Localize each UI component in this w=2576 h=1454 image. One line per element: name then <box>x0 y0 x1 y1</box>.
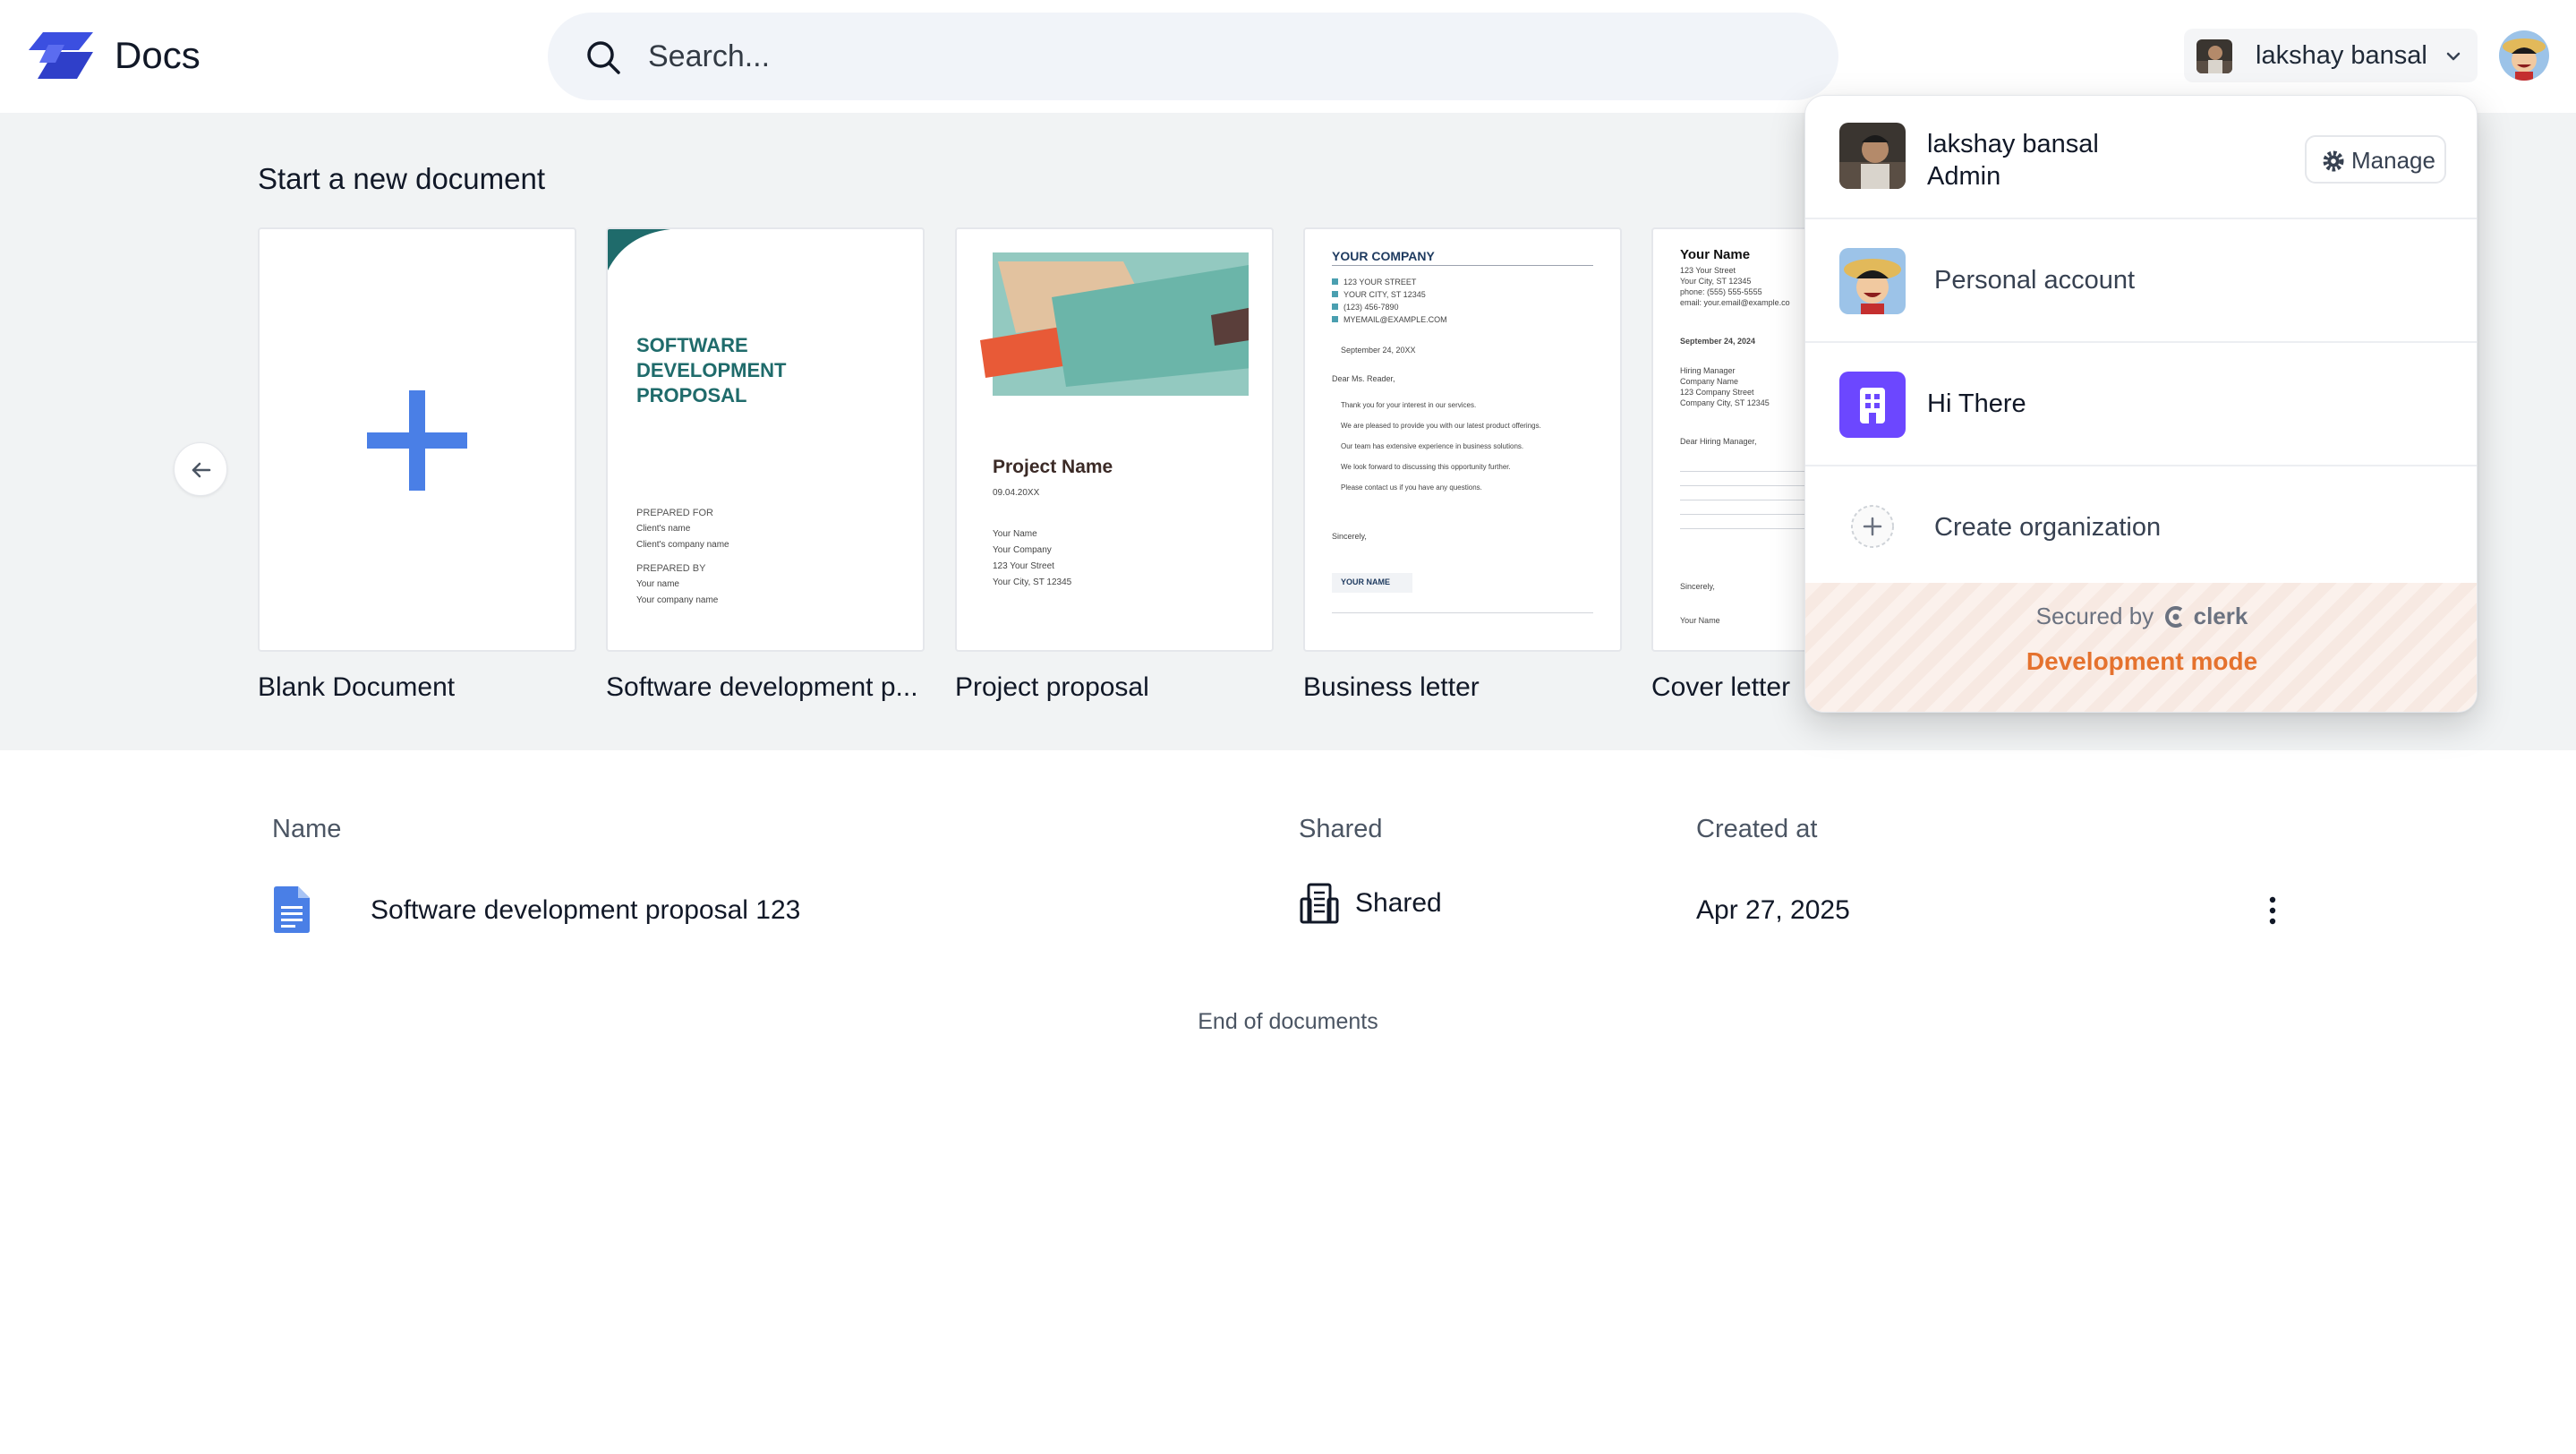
docs-logo-icon[interactable] <box>29 32 93 79</box>
template-label-cover-letter: Cover letter <box>1651 672 1791 702</box>
end-of-documents: End of documents <box>1198 1009 1378 1034</box>
letter-body-line: Thank you for your interest in our servi… <box>1341 401 1477 409</box>
clerk-brand[interactable]: clerk <box>2194 603 2248 629</box>
project-line: Your Company <box>993 545 1052 555</box>
cover-greeting: Dear Hiring Manager, <box>1680 437 1757 446</box>
letter-body-line: Our team has extensive experience in bus… <box>1341 442 1524 450</box>
organization-row[interactable]: Hi There <box>1805 343 2477 466</box>
organization-avatar <box>1839 372 1906 438</box>
title-line: DEVELOPMENT <box>636 359 787 381</box>
app-title[interactable]: Docs <box>115 32 200 79</box>
template-label-software-proposal: Software development p... <box>606 672 918 702</box>
document-name[interactable]: Software development proposal 123 <box>371 894 800 928</box>
project-line: 123 Your Street <box>993 561 1054 571</box>
cover-recipient: Hiring Manager Company Name 123 Company … <box>1680 366 1770 407</box>
active-account-name: lakshay bansal <box>1927 130 2099 158</box>
building-icon <box>1300 883 1339 924</box>
letter-company: YOUR COMPANY <box>1332 249 1435 263</box>
letter-date: September 24, 20XX <box>1341 346 1416 355</box>
template-card-blank[interactable] <box>258 227 576 652</box>
cover-closing: Sincerely, <box>1680 582 1715 591</box>
popover-footer: Secured by clerk Development mode <box>1805 583 2477 712</box>
user-avatar[interactable] <box>2499 30 2549 81</box>
create-organization-label: Create organization <box>1934 513 2162 542</box>
search-input[interactable] <box>648 13 1812 100</box>
document-shared-status: Shared <box>1355 888 1442 918</box>
prepared-by: PREPARED BY <box>636 563 706 574</box>
proposal-graphic <box>980 252 1249 396</box>
letter-greeting: Dear Ms. Reader, <box>1332 374 1395 383</box>
arrow-left-icon <box>192 462 211 478</box>
project-line: Your Name <box>993 529 1037 539</box>
project-line: Your City, ST 12345 <box>993 577 1072 587</box>
secured-by: Secured by clerk <box>1805 601 2477 631</box>
personal-account-avatar <box>1839 248 1906 314</box>
letter-divider <box>1332 265 1593 266</box>
create-organization-row[interactable]: Create organization <box>1805 466 2477 583</box>
template-title-lines: SOFTWARE DEVELOPMENT PROPOSAL <box>636 333 786 408</box>
org-switcher-button[interactable]: lakshay bansal <box>2184 29 2478 82</box>
organization-name: Hi There <box>1927 389 2026 418</box>
org-switcher-avatar <box>2196 39 2232 73</box>
letter-body-line: We are pleased to provide you with our l… <box>1341 422 1541 430</box>
your-company: Your company name <box>636 595 719 605</box>
cover-contact: 123 Your Street Your City, ST 12345 phon… <box>1680 266 1790 307</box>
cover-name: Your Name <box>1680 247 1751 262</box>
prepared-for: PREPARED FOR <box>636 508 713 518</box>
gear-icon <box>2323 150 2344 172</box>
letter-body-line: Please contact us if you have any questi… <box>1341 483 1482 492</box>
active-account-row: lakshay bansal Admin Manage <box>1805 96 2477 219</box>
active-account-avatar <box>1839 123 1906 189</box>
document-created-date: Apr 27, 2025 <box>1696 895 1850 925</box>
document-icon <box>274 886 310 933</box>
column-header-shared[interactable]: Shared <box>1299 813 1383 845</box>
account-popover: lakshay bansal Admin Manage Personal acc… <box>1804 95 2478 713</box>
letter-body-line: We look forward to discussing this oppor… <box>1341 463 1511 471</box>
templates-title: Start a new document <box>258 162 546 195</box>
letter-closing: Sincerely, <box>1332 532 1367 541</box>
letter-contact: 123 YOUR STREET YOUR CITY, ST 12345 (123… <box>1332 276 1447 326</box>
letter-footer-line <box>1332 612 1593 613</box>
active-account-role: Admin <box>1927 162 2001 191</box>
manage-button[interactable]: Manage <box>2305 135 2446 184</box>
template-label-project-proposal: Project proposal <box>955 672 1149 702</box>
column-header-created[interactable]: Created at <box>1696 813 1817 845</box>
carousel-prev-button[interactable] <box>174 442 227 496</box>
template-card-software-proposal[interactable]: SOFTWARE DEVELOPMENT PROPOSAL PREPARED F… <box>606 227 925 652</box>
letter-signature-box: YOUR NAME <box>1332 573 1412 593</box>
template-card-business-letter[interactable]: YOUR COMPANY 123 YOUR STREET YOUR CITY, … <box>1303 227 1622 652</box>
clerk-logo-icon <box>2165 606 2183 628</box>
cover-signature: Your Name <box>1680 616 1720 625</box>
clients-name: Client's name <box>636 524 691 534</box>
title-line: SOFTWARE <box>636 334 748 356</box>
template-label-blank: Blank Document <box>258 672 456 702</box>
cover-date: September 24, 2024 <box>1680 337 1756 346</box>
column-header-name[interactable]: Name <box>272 813 341 845</box>
search-icon <box>587 41 620 74</box>
personal-account-label: Personal account <box>1934 266 2136 295</box>
search-bar[interactable] <box>548 13 1838 100</box>
manage-label: Manage <box>2351 147 2435 174</box>
letter-signature: YOUR NAME <box>1341 577 1391 586</box>
plus-icon <box>367 390 467 491</box>
corner-decoration <box>608 229 670 270</box>
template-card-project-proposal[interactable]: Project Name 09.04.20XX Your Name Your C… <box>955 227 1274 652</box>
development-mode-label: Development mode <box>2026 647 2258 675</box>
secured-by-text: Secured by <box>2035 603 2154 629</box>
org-switcher-name: lakshay bansal <box>2256 41 2427 70</box>
title-line: PROPOSAL <box>636 384 747 406</box>
chevron-down-icon <box>2446 52 2461 61</box>
template-label-business-letter: Business letter <box>1303 672 1480 702</box>
project-date: 09.04.20XX <box>993 488 1040 498</box>
personal-account-row[interactable]: Personal account <box>1805 219 2477 343</box>
org-building-icon <box>1860 388 1885 423</box>
clients-company: Client's company name <box>636 540 729 550</box>
plus-circle-icon <box>1851 505 1894 548</box>
more-vertical-icon[interactable] <box>2259 895 2286 926</box>
your-name: Your name <box>636 579 679 589</box>
project-name: Project Name <box>993 457 1113 477</box>
